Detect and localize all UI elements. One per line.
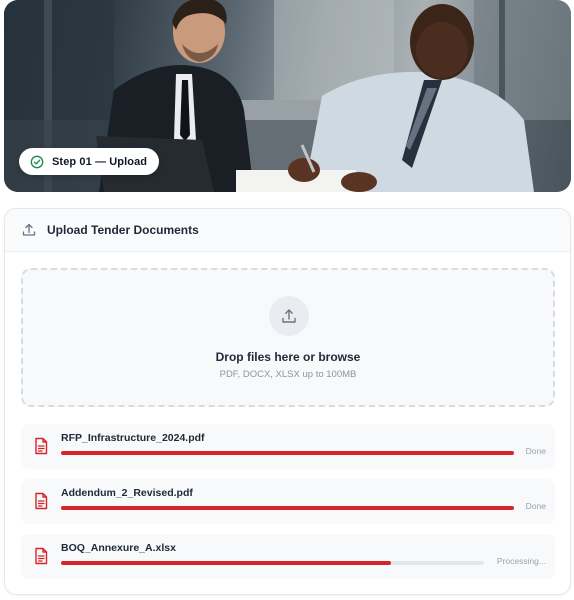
file-name: BOQ_Annexure_A.xlsx (61, 542, 176, 554)
progress-bar (61, 451, 514, 455)
step-badge: Step 01 — Upload (19, 148, 160, 175)
step-label: Step 01 — Upload (52, 155, 148, 168)
dropzone-subtitle: PDF, DOCX, XLSX up to 100MB (219, 369, 357, 380)
file-row: RFP_Infrastructure_2024.pdf Done (21, 424, 555, 469)
file-status: Done (525, 501, 546, 511)
progress-fill (61, 561, 391, 565)
progress-fill (61, 451, 514, 455)
dropzone-icon-circle (269, 296, 309, 336)
upload-card: Upload Tender Documents Drop files here … (4, 208, 571, 595)
progress-bar (61, 506, 514, 510)
check-circle-icon (30, 155, 44, 168)
upload-icon (282, 309, 296, 323)
file-name: Addendum_2_Revised.pdf (61, 487, 193, 499)
upload-icon (22, 223, 36, 236)
dropzone-title[interactable]: Drop files here or browse (23, 350, 553, 364)
card-header: Upload Tender Documents (5, 209, 570, 252)
progress-bar (61, 561, 484, 565)
document-icon (35, 437, 48, 455)
card-title: Upload Tender Documents (47, 223, 199, 237)
file-status: Done (525, 446, 546, 456)
file-row: Addendum_2_Revised.pdf Done (21, 479, 555, 524)
document-icon (35, 547, 48, 565)
file-name: RFP_Infrastructure_2024.pdf (61, 432, 205, 444)
file-row: BOQ_Annexure_A.xlsx Processing... (21, 534, 555, 579)
hero-image: Step 01 — Upload (4, 0, 571, 192)
progress-fill (61, 506, 514, 510)
file-dropzone[interactable]: Drop files here or browse PDF, DOCX, XLS… (21, 268, 555, 407)
file-status: Processing... (496, 556, 546, 566)
document-icon (35, 492, 48, 510)
